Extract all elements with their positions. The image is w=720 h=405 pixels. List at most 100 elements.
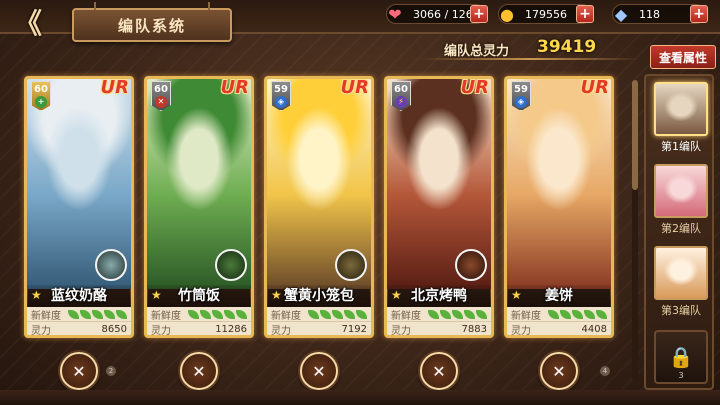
character-card[interactable]: 59 ◈ UR 姜饼 ★ 新鲜度 灵力 4408 (504, 76, 614, 338)
fork-knife-icon: ✕ (72, 361, 86, 381)
team-thumbnail (654, 82, 708, 136)
team-list-panel: 第1编队 第2编队 第3编队 🔒 3 (644, 74, 714, 390)
leaf-icon (584, 309, 595, 319)
leaf-icon (440, 309, 451, 319)
page-title: 编队系统 (117, 16, 186, 35)
lightning-emblem-icon: ⚡ (395, 96, 407, 108)
leaf-icon (188, 309, 199, 319)
locked-slot-count: 3 (678, 371, 684, 380)
leaf-icon (344, 309, 355, 319)
team-thumbnail (654, 164, 708, 218)
rarity-badge: UR (220, 77, 249, 98)
leaf-icon (548, 309, 559, 319)
power-value: 4408 (581, 324, 607, 335)
team-tab-1[interactable]: 第1编队 (654, 82, 708, 154)
character-card[interactable]: 60 ⚡ UR 北京烤鸭 ★ 新鲜度 灵力 7883 (384, 76, 494, 338)
coin-icon: ● (500, 4, 514, 24)
locked-team-slot[interactable]: 🔒 3 (654, 330, 708, 384)
slot-indicator: 2 (106, 366, 116, 376)
level-value: 59 (274, 84, 288, 95)
rarity-badge: UR (580, 77, 609, 98)
freshness-label: 新鲜度 (391, 310, 421, 322)
freshness-row: 新鲜度 (267, 307, 371, 322)
character-name: 蟹黄小笼包 (267, 285, 371, 307)
star-icon: ★ (151, 288, 162, 302)
power-label: 灵力 (391, 326, 411, 337)
team-power-value: 39419 (537, 37, 597, 57)
freshness-row: 新鲜度 (507, 307, 611, 322)
freshness-leaves (428, 309, 487, 319)
power-value: 7192 (341, 324, 367, 335)
power-label: 灵力 (511, 326, 531, 337)
level-value: 60 (394, 84, 408, 95)
footer-decoration (0, 390, 720, 405)
dish-button[interactable]: ✕ (60, 352, 98, 390)
star-icon: ★ (391, 288, 402, 302)
leaf-icon (104, 309, 115, 319)
level-badge: 60 ✕ (151, 81, 171, 111)
freshness-label: 新鲜度 (31, 310, 61, 322)
rarity-badge: UR (460, 77, 489, 98)
add-coin-button[interactable]: + (576, 5, 594, 23)
team-tab-2[interactable]: 第2编队 (654, 164, 708, 236)
star-icon: ★ (511, 288, 522, 302)
gem-value: 118 (639, 7, 660, 21)
character-portrait (507, 79, 611, 289)
shield-emblem-icon: ◈ (275, 96, 287, 108)
element-icon (335, 249, 367, 281)
leaf-icon (308, 309, 319, 319)
leaf-icon (560, 309, 571, 319)
stamina-counter: ❤ 3066 / 126 + (386, 4, 488, 24)
dish-button[interactable]: ✕ (420, 352, 458, 390)
leaf-icon (464, 309, 475, 319)
leaf-icon (332, 309, 343, 319)
view-attributes-button[interactable]: 查看属性 (650, 45, 716, 69)
dish-button[interactable]: ✕ (300, 352, 338, 390)
freshness-leaves (308, 309, 367, 319)
team-label: 第2编队 (661, 222, 701, 235)
leaf-icon (356, 309, 367, 319)
level-badge: 59 ◈ (511, 81, 531, 111)
back-button[interactable]: 《 (6, 4, 50, 40)
element-icon (215, 249, 247, 281)
slot-indicator: 4 (600, 366, 610, 376)
leaf-icon (224, 309, 235, 319)
star-icon: ★ (271, 288, 282, 302)
leaf-icon (452, 309, 463, 319)
add-stamina-button[interactable]: + (470, 5, 488, 23)
shield-emblem-icon: ◈ (515, 96, 527, 108)
dish-button[interactable]: ✕ (180, 352, 218, 390)
leaf-icon (428, 309, 439, 319)
character-card[interactable]: 59 ◈ UR 蟹黄小笼包 ★ 新鲜度 灵力 7192 (264, 76, 374, 338)
level-badge: 59 ◈ (271, 81, 291, 111)
freshness-row: 新鲜度 (27, 307, 131, 322)
level-value: 60 (34, 84, 48, 95)
team-tab-3[interactable]: 第3编队 (654, 246, 708, 318)
character-card[interactable]: 60 ✕ UR 竹筒饭 ★ 新鲜度 灵力 11286 (144, 76, 254, 338)
dish-button[interactable]: ✕ (540, 352, 578, 390)
leaf-icon (572, 309, 583, 319)
coin-value: 179556 (525, 7, 567, 21)
lock-icon: 🔒 (668, 345, 694, 369)
power-value: 11286 (215, 324, 247, 335)
fork-knife-icon: ✕ (312, 361, 326, 381)
power-row: 灵力 4408 (507, 322, 611, 337)
character-card[interactable]: 60 + UR 蓝纹奶酪 ★ 新鲜度 灵力 8650 (24, 76, 134, 338)
team-power-label: 编队总灵力 (444, 44, 510, 59)
add-gem-button[interactable]: + (690, 5, 708, 23)
character-name: 竹筒饭 (147, 285, 251, 307)
fork-knife-icon: ✕ (192, 361, 206, 381)
team-thumbnail (654, 246, 708, 300)
leaf-icon (212, 309, 223, 319)
leaf-icon (596, 309, 607, 319)
team-scrollbar[interactable] (632, 80, 638, 380)
character-name: 姜饼 (507, 285, 611, 307)
leaf-icon (68, 309, 79, 319)
coin-counter: ● 179556 + (498, 4, 594, 24)
freshness-leaves (548, 309, 607, 319)
heart-icon: ❤ (388, 4, 402, 24)
power-row: 灵力 8650 (27, 322, 131, 335)
team-label: 第3编队 (661, 304, 701, 317)
power-label: 灵力 (151, 326, 171, 337)
power-divider (420, 58, 640, 60)
